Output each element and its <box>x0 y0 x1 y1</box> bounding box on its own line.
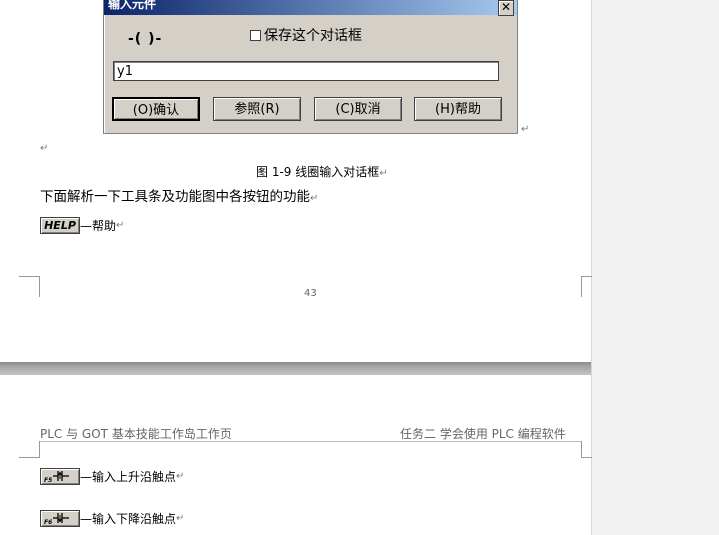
rising-edge-contact-icon: F5 <box>40 468 80 485</box>
paragraph-mark: ↵ <box>521 124 530 135</box>
falling-edge-contact-icon: F6 <box>40 510 80 527</box>
falling-edge-tool-line: F6 —输入下降沿触点 ↵ <box>40 510 184 527</box>
workspace-margin <box>591 0 719 535</box>
help-tool-line: HELP —帮助 ↵ <box>40 217 124 234</box>
rising-edge-description: —输入上升沿触点 <box>80 470 177 484</box>
help-button[interactable]: (H)帮助 <box>414 97 502 121</box>
page-corner-mark <box>581 441 592 458</box>
save-dialog-checkbox[interactable]: 保存这个对话框 <box>250 25 362 45</box>
browse-button[interactable]: 参照(R) <box>213 97 301 121</box>
rising-icon-label: F5 <box>44 477 52 483</box>
paragraph-mark: ↵ <box>176 513 185 524</box>
paragraph-mark: ↵ <box>379 168 388 179</box>
paragraph-text: 下面解析一下工具条及功能图中各按钮的功能 <box>40 189 310 205</box>
page-corner-mark <box>19 441 40 458</box>
header-left-text: PLC 与 GOT 基本技能工作岛工作页 <box>40 427 232 441</box>
paragraph-mark: ↵ <box>40 143 49 154</box>
falling-edge-description: —输入下降沿触点 <box>80 512 177 526</box>
rising-edge-tool-line: F5 —输入上升沿触点 ↵ <box>40 468 184 485</box>
page-corner-mark <box>19 276 40 297</box>
cancel-button[interactable]: (C)取消 <box>314 97 402 121</box>
close-icon[interactable]: ✕ <box>498 0 514 16</box>
page-number: 43 <box>304 288 317 299</box>
input-element-dialog: 输入元件 ✕ -( )- 保存这个对话框 y1 (O)确认 参照(R) (C)取… <box>103 0 518 134</box>
falling-icon-label: F6 <box>44 519 52 525</box>
paragraph-mark: ↵ <box>310 193 319 204</box>
body-paragraph: 下面解析一下工具条及功能图中各按钮的功能↵ <box>40 185 318 205</box>
header-rule <box>40 441 581 442</box>
page-corner-mark <box>581 276 592 297</box>
checkbox-box[interactable] <box>250 29 261 41</box>
caption-text: 图 1-9 线圈输入对话框 <box>256 165 380 179</box>
help-description: —帮助 <box>80 219 117 233</box>
dialog-title: 输入元件 <box>104 0 517 15</box>
coil-symbol-icon: -( )- <box>128 31 163 47</box>
ok-button[interactable]: (O)确认 <box>112 97 200 121</box>
figure-caption: 图 1-9 线圈输入对话框↵ <box>256 163 388 180</box>
device-input-field[interactable]: y1 <box>113 61 499 81</box>
paragraph-mark: ↵ <box>116 220 125 231</box>
save-dialog-label: 保存这个对话框 <box>264 28 362 44</box>
paragraph-mark: ↵ <box>176 471 185 482</box>
header-right-text: 任务二 学会使用 PLC 编程软件 <box>400 427 566 441</box>
help-icon: HELP <box>40 217 80 234</box>
